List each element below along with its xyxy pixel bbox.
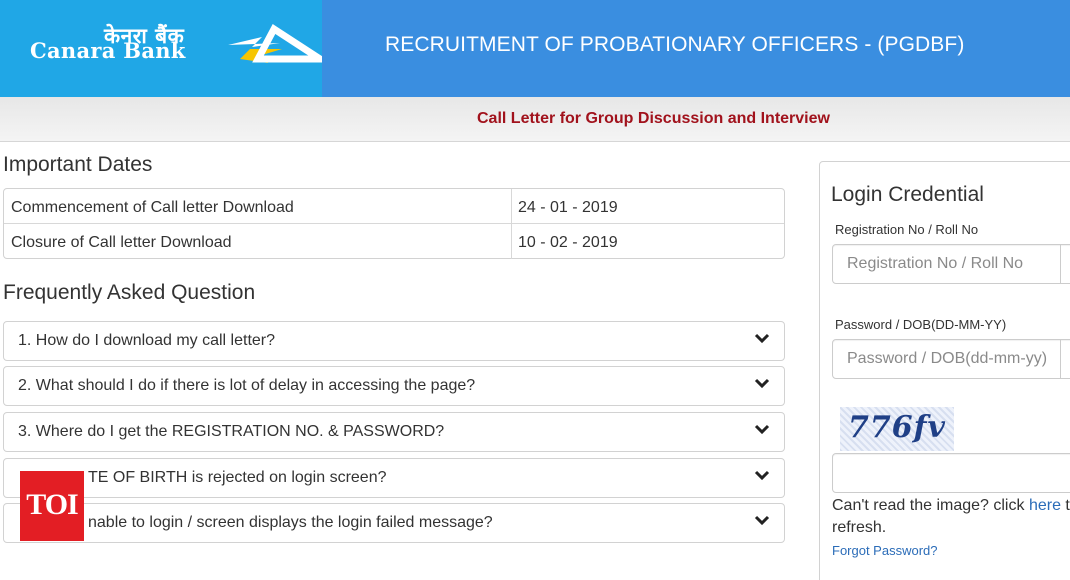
important-dates-heading: Important Dates	[3, 153, 153, 176]
captcha-help-text: Can't read the image? click here t refre…	[832, 495, 1070, 539]
password-label: Password / DOB(DD-MM-YY)	[835, 317, 1007, 332]
captcha-input[interactable]	[832, 453, 1070, 493]
date-label: Commencement of Call letter Download	[11, 199, 294, 216]
chevron-down-icon	[754, 515, 770, 526]
faq-question: 1. How do I download my call letter?	[18, 332, 276, 349]
subheader-title: Call Letter for Group Discussion and Int…	[477, 110, 830, 127]
registration-label: Registration No / Roll No	[835, 222, 979, 237]
canara-bank-emblem-icon	[224, 23, 322, 63]
column-divider	[511, 224, 512, 259]
registration-addon	[1060, 244, 1070, 284]
password-input[interactable]	[832, 339, 1070, 379]
faq-question: nable to login / screen displays the log…	[88, 514, 493, 531]
date-value: 24 - 01 - 2019	[518, 199, 618, 216]
chevron-down-icon	[754, 424, 770, 435]
canara-bank-logo[interactable]: केनरा बैंक Canara Bank	[0, 0, 322, 97]
faq-item[interactable]: 2. What should I do if there is lot of d…	[3, 366, 785, 406]
header-bar: केनरा बैंक Canara Bank RECRUITMENT OF PR…	[0, 0, 1070, 97]
chevron-down-icon	[754, 470, 770, 481]
logo-english-text: Canara Bank	[30, 38, 186, 63]
faq-question: 2. What should I do if there is lot of d…	[18, 377, 476, 394]
login-title: Login Credential	[831, 183, 984, 206]
important-dates-table: Commencement of Call letter Download 24 …	[3, 188, 785, 259]
captcha-image: 776fv	[840, 407, 954, 451]
captcha-refresh-link[interactable]: here	[1029, 497, 1061, 514]
date-label: Closure of Call letter Download	[11, 234, 232, 251]
captcha-help-suffix: t	[1060, 497, 1070, 514]
column-divider	[511, 189, 512, 224]
faq-item[interactable]: nable to login / screen displays the log…	[3, 503, 785, 543]
faq-question: TE OF BIRTH is rejected on login screen?	[88, 469, 387, 486]
faq-item[interactable]: 3. Where do I get the REGISTRATION NO. &…	[3, 412, 785, 452]
captcha-text: 776fv	[848, 410, 946, 445]
faq-heading: Frequently Asked Question	[3, 281, 256, 304]
password-addon	[1060, 339, 1070, 379]
captcha-help-prefix: Can't read the image? click	[832, 497, 1029, 514]
faq-question: 3. Where do I get the REGISTRATION NO. &…	[18, 423, 445, 440]
toi-watermark-text: TOI	[26, 488, 78, 521]
captcha-help-line2: refresh.	[832, 519, 887, 536]
date-value: 10 - 02 - 2019	[518, 234, 618, 251]
table-row: Commencement of Call letter Download 24 …	[4, 189, 784, 224]
registration-input[interactable]	[832, 244, 1070, 284]
chevron-down-icon	[754, 378, 770, 389]
faq-item[interactable]: 1. How do I download my call letter?	[3, 321, 785, 361]
faq-item[interactable]: TE OF BIRTH is rejected on login screen?	[3, 458, 785, 498]
chevron-down-icon	[754, 333, 770, 344]
forgot-password-link[interactable]: Forgot Password?	[832, 543, 938, 558]
page-title: RECRUITMENT OF PROBATIONARY OFFICERS - (…	[385, 33, 965, 56]
table-row: Closure of Call letter Download 10 - 02 …	[4, 224, 784, 259]
